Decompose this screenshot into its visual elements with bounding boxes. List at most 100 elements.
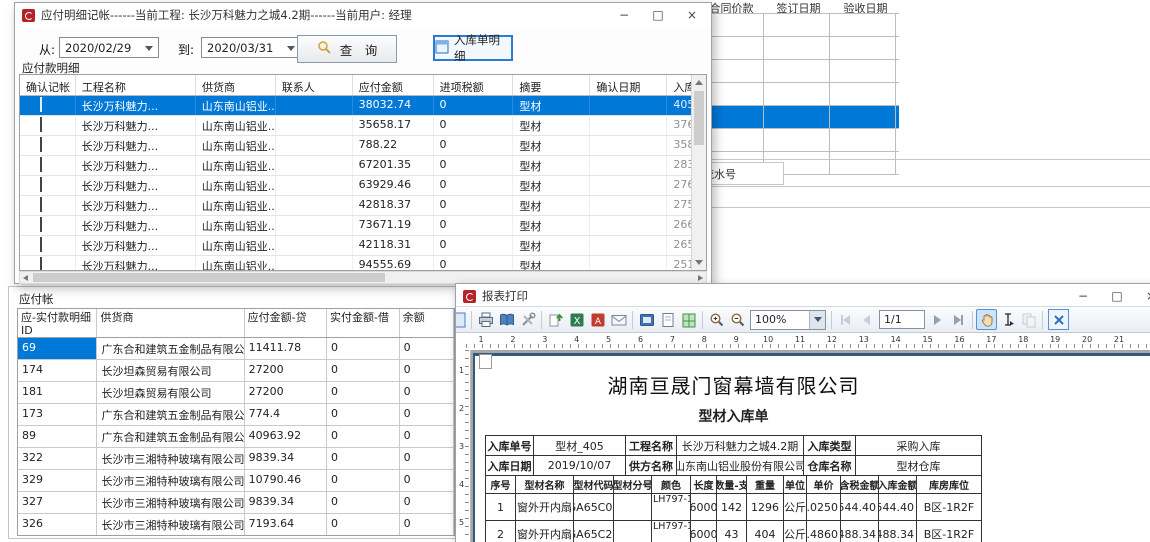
column-header[interactable]: 应付金额-贷 [245,309,327,337]
scroll-down-icon[interactable] [695,260,703,265]
close-preview-icon[interactable] [1048,309,1069,330]
column-header: 含税金额 [841,476,879,493]
bg-table-row[interactable] [698,14,899,37]
export-icon[interactable] [545,309,566,330]
send-mail-icon[interactable] [608,309,629,330]
hand-tool-icon[interactable] [976,309,997,330]
cell-confirm_date [590,196,667,215]
confirm-checkbox[interactable] [40,97,42,112]
minimize-button[interactable]: − [1066,284,1100,308]
info-label: 仓库名称 [804,456,856,475]
zoom-in-icon[interactable] [706,309,727,330]
copy-icon[interactable] [1018,309,1039,330]
column-header[interactable]: 供货商 [196,75,276,95]
confirm-checkbox[interactable] [40,157,42,172]
print-icon[interactable] [475,309,496,330]
close-button[interactable]: × [1134,284,1150,308]
table-row[interactable]: 69广东合和建筑五金制品有限公司11411.7800 [18,338,454,360]
minimize-button[interactable]: − [607,3,641,27]
column-header[interactable]: 供货商 [97,309,244,337]
bg-table-row[interactable] [698,60,899,83]
single-page-icon[interactable] [657,309,678,330]
table-row[interactable]: 长沙万科魅力...山东南山铝业...35658.170型材376 [20,116,706,136]
column-header[interactable]: 确认记帐 [20,75,76,95]
scrollbar-thumb[interactable] [33,273,385,282]
page-setup-icon[interactable] [636,309,657,330]
confirm-checkbox[interactable] [40,117,42,132]
multi-page-icon[interactable] [678,309,699,330]
from-date-select[interactable]: 2020/02/29 [59,37,159,58]
next-page-icon[interactable] [927,309,948,330]
vertical-scrollbar[interactable] [691,75,706,270]
column-header[interactable]: 余额 [400,309,454,337]
query-button[interactable]: 查 询 [297,35,397,63]
maximize-button[interactable]: □ [1100,284,1134,308]
column-header[interactable]: 工程名称 [76,75,196,95]
table-row[interactable]: 长沙万科魅力...山东南山铝业...38032.740型材405 [20,96,706,116]
bg-table-row[interactable] [698,129,899,152]
table-row[interactable]: 181长沙坦森贸易有限公司2720000 [18,382,454,404]
column-header[interactable]: 确认日期 [590,75,667,95]
cell-contact [276,256,353,271]
table-row[interactable]: 329长沙市三湘特种玻璃有限公司10790.4600 [18,470,454,492]
design-view-icon[interactable] [456,309,468,330]
confirm-checkbox[interactable] [40,177,42,192]
zoom-select[interactable]: 100% [750,310,826,330]
prev-page-icon[interactable] [856,309,877,330]
column-header[interactable]: 应付金额 [353,75,434,95]
column-header[interactable]: 签订日期 [765,0,832,13]
ruler-number: 3 [542,335,547,344]
column-header[interactable]: 应-实付款明细ID [18,309,97,337]
table-row[interactable]: 长沙万科魅力...山东南山铝业...94555.690型材251 [20,256,706,271]
table-row[interactable]: 长沙万科魅力...山东南山铝业...788.220型材358 [20,136,706,156]
text-select-icon[interactable] [997,309,1018,330]
report-preview[interactable]: 12345 湖南亘晟门窗幕墙有限公司 型材入库单 入库单号型材_405工程名称长… [456,350,1150,542]
inbound-detail-button[interactable]: 入库单明细 [433,35,513,61]
report-row: 2窗外开内扇GA65C21LH797-1LL600043404公斤23.4860… [486,521,981,542]
bg-table-row[interactable] [698,37,899,60]
confirm-checkbox[interactable] [40,137,42,152]
confirm-checkbox[interactable] [40,197,42,212]
scrollbar-thumb[interactable] [694,91,704,145]
scroll-right-icon[interactable] [698,275,703,281]
book-preview-icon[interactable] [496,309,517,330]
table-row[interactable]: 327长沙市三湘特种玻璃有限公司9839.3400 [18,492,454,514]
table-row[interactable]: 174长沙坦森贸易有限公司2720000 [18,360,454,382]
confirm-checkbox[interactable] [40,237,42,252]
export-pdf-icon[interactable]: A [587,309,608,330]
table-row[interactable]: 173广东合和建筑五金制品有限公司774.400 [18,404,454,426]
page-indicator[interactable]: 1/1 [879,310,925,329]
table-row[interactable]: 89广东合和建筑五金制品有限公司40963.9200 [18,426,454,448]
maximize-button[interactable]: □ [641,3,675,27]
to-date-select[interactable]: 2020/03/31 [201,37,301,58]
table-row[interactable]: 长沙万科魅力...山东南山铝业...63929.460型材276 [20,176,706,196]
table-row[interactable]: 长沙万科魅力...山东南山铝业...67201.350型材283 [20,156,706,176]
chevron-down-icon[interactable] [809,311,825,329]
scroll-up-icon[interactable] [695,80,703,85]
scroll-left-icon[interactable] [23,275,28,281]
table-row[interactable]: 长沙万科魅力...山东南山铝业...73671.190型材266 [20,216,706,236]
table-row[interactable]: 322长沙市三湘特种玻璃有限公司9839.3400 [18,448,454,470]
column-header[interactable]: 验收日期 [832,0,899,13]
zoom-out-icon[interactable] [727,309,748,330]
tools-icon[interactable] [517,309,538,330]
bg-table-row[interactable] [698,83,899,106]
table-row[interactable]: 长沙万科魅力...山东南山铝业...42118.310型材265 [20,236,706,256]
title-bar[interactable]: 应付明细记帐------当前工程: 长沙万科魅力之城4.2期------当前用户… [15,3,711,27]
table-row[interactable]: 326长沙市三湘特种玻璃有限公司7193.6400 [18,514,454,536]
bg-table-row[interactable] [698,106,899,129]
close-button[interactable]: × [675,3,709,27]
first-page-icon[interactable] [835,309,856,330]
window-title: 报表打印 [482,288,528,304]
last-page-icon[interactable] [948,309,969,330]
column-header[interactable]: 摘要 [513,75,590,95]
column-header[interactable]: 实付金额-借 [327,309,400,337]
column-header[interactable]: 联系人 [276,75,353,95]
confirm-checkbox[interactable] [40,217,42,232]
cell-contact [276,116,353,135]
confirm-checkbox[interactable] [40,257,42,271]
column-header[interactable]: 进项税额 [434,75,514,95]
title-bar[interactable]: 报表打印 − □ × [456,284,1150,308]
export-excel-icon[interactable]: X [566,309,587,330]
table-row[interactable]: 长沙万科魅力...山东南山铝业...42818.370型材275 [20,196,706,216]
